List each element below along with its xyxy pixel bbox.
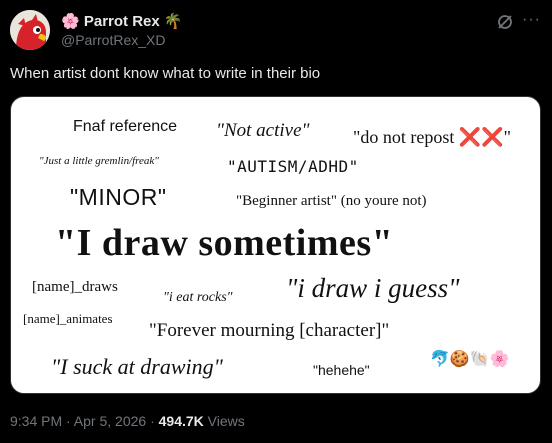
phrase-i-suck-at-drawing: "I suck at drawing" [51, 354, 223, 379]
views-count[interactable]: 494.7K [159, 413, 204, 429]
phrase-forever-mourning: "Forever mourning [character]" [149, 320, 390, 341]
tweet-timestamp[interactable]: 9:34 PM · Apr 5, 2026 · [10, 413, 159, 429]
tweet-text: When artist dont know what to write in t… [10, 65, 321, 82]
phrase-i-draw-i-guess: "i draw i guess" [286, 273, 460, 303]
flower-emoji: 🌸 [61, 13, 80, 30]
avatar[interactable] [10, 10, 50, 50]
phrase-do-not-repost: "do not repost ❌❌" [353, 128, 511, 146]
more-options-button[interactable]: ··· [522, 11, 542, 31]
phrase-autism-adhd: "AUTISM/ADHD" [227, 157, 359, 176]
grok-button[interactable] [496, 13, 514, 31]
emoji-row: 🐬🍪🐚🌸 [430, 351, 510, 368]
palm-tree-emoji: 🌴 [163, 13, 183, 30]
phrase-not-active: "Not active" [216, 120, 310, 141]
phrase-i-eat-rocks: "i eat rocks" [163, 290, 233, 305]
phrase-name-animates: [name]_animates [23, 311, 113, 326]
author-handle[interactable]: @ParrotRex_XD [61, 32, 165, 48]
do-not-repost-text: "do not repost [353, 127, 459, 147]
phrase-name-draws: [name]_draws [32, 279, 118, 295]
phrase-hehehe: "hehehe" [313, 362, 370, 378]
phrase-fnaf-reference: Fnaf reference [73, 118, 178, 135]
tweet-image[interactable]: Fnaf reference "Not active" "do not repo… [10, 96, 541, 394]
phrase-minor: "MINOR" [70, 184, 167, 210]
parrot-avatar-icon [10, 10, 50, 50]
views-label: Views [203, 413, 245, 429]
author-name: Parrot Rex [83, 13, 160, 30]
do-not-repost-quote: " [503, 127, 512, 147]
grok-icon [498, 15, 512, 29]
more-icon: ··· [522, 11, 541, 28]
phrase-beginner-artist: "Beginner artist" (no youre not) [236, 193, 427, 209]
phrase-gremlin-freak: "Just a little gremlin/freak" [39, 155, 159, 167]
red-cross-icon: ❌❌ [458, 127, 504, 147]
tweet-meta: 9:34 PM · Apr 5, 2026 · 494.7K Views [10, 413, 245, 429]
phrase-i-draw-sometimes: "I draw sometimes" [55, 222, 394, 264]
author-display-name[interactable]: 🌸 Parrot Rex 🌴 [61, 12, 183, 30]
